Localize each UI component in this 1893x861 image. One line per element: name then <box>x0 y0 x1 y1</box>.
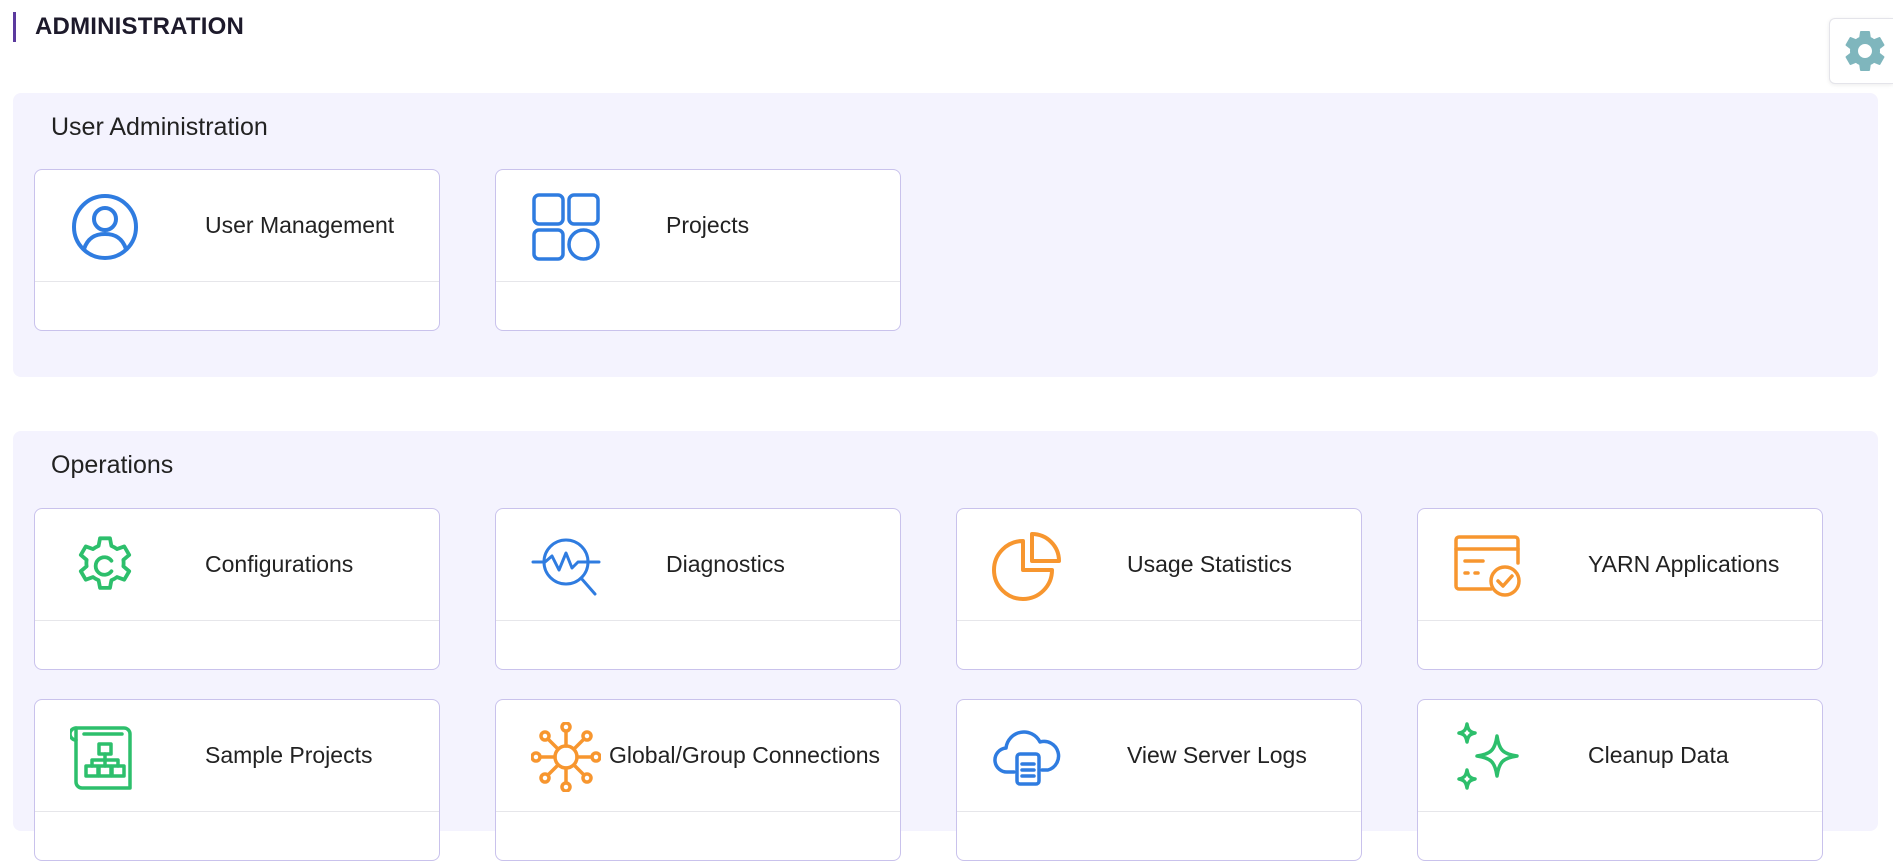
gear-icon <box>1841 27 1889 75</box>
card-label: Global/Group Connections <box>609 742 881 768</box>
card-label: YARN Applications <box>1588 551 1780 577</box>
card-yarn-applications[interactable]: YARN Applications <box>1417 508 1823 670</box>
config-gear-icon <box>70 531 140 601</box>
network-hub-icon <box>531 722 601 792</box>
card-header: Diagnostics <box>496 509 900 621</box>
card-label: Configurations <box>205 551 354 577</box>
page-title: ADMINISTRATION <box>35 13 245 40</box>
card-header: Usage Statistics <box>957 509 1361 621</box>
card-global-group-connections[interactable]: Global/Group Connections <box>495 699 901 861</box>
card-label: Diagnostics <box>666 551 785 577</box>
app-window-check-icon <box>1453 531 1523 601</box>
card-header: Cleanup Data <box>1418 700 1822 812</box>
card-header: Configurations <box>35 509 439 621</box>
card-usage-statistics[interactable]: Usage Statistics <box>956 508 1362 670</box>
card-label: Sample Projects <box>205 742 373 768</box>
cloud-log-icon <box>992 722 1062 792</box>
card-header: Global/Group Connections <box>496 700 900 812</box>
card-header: Sample Projects <box>35 700 439 812</box>
page-header: ADMINISTRATION <box>13 12 244 42</box>
card-header: User Management <box>35 170 439 282</box>
diagnostics-magnifier-icon <box>531 531 601 601</box>
card-header: YARN Applications <box>1418 509 1822 621</box>
section-operations: Operations Configurations Diagnostics Us… <box>13 431 1878 861</box>
card-cleanup-data[interactable]: Cleanup Data <box>1417 699 1823 861</box>
pie-chart-icon <box>992 531 1062 601</box>
grid-shapes-icon <box>531 192 601 262</box>
card-header: Projects <box>496 170 900 282</box>
card-sample-projects[interactable]: Sample Projects <box>34 699 440 861</box>
card-label: Usage Statistics <box>1127 551 1292 577</box>
card-projects[interactable]: Projects <box>495 169 901 331</box>
section-user-administration: User Administration User Management Proj… <box>13 93 1878 377</box>
section-title: User Administration <box>51 113 268 141</box>
card-diagnostics[interactable]: Diagnostics <box>495 508 901 670</box>
section-title: Operations <box>51 451 174 479</box>
card-label: View Server Logs <box>1127 742 1307 768</box>
document-sitemap-icon <box>70 722 140 792</box>
card-label: User Management <box>205 212 395 238</box>
card-view-server-logs[interactable]: View Server Logs <box>956 699 1362 861</box>
card-user-management[interactable]: User Management <box>34 169 440 331</box>
card-label: Cleanup Data <box>1588 742 1729 768</box>
settings-button[interactable] <box>1829 18 1893 84</box>
card-label: Projects <box>666 212 750 238</box>
user-circle-icon <box>70 192 140 262</box>
card-configurations[interactable]: Configurations <box>34 508 440 670</box>
card-header: View Server Logs <box>957 700 1361 812</box>
sparkles-icon <box>1453 722 1523 792</box>
